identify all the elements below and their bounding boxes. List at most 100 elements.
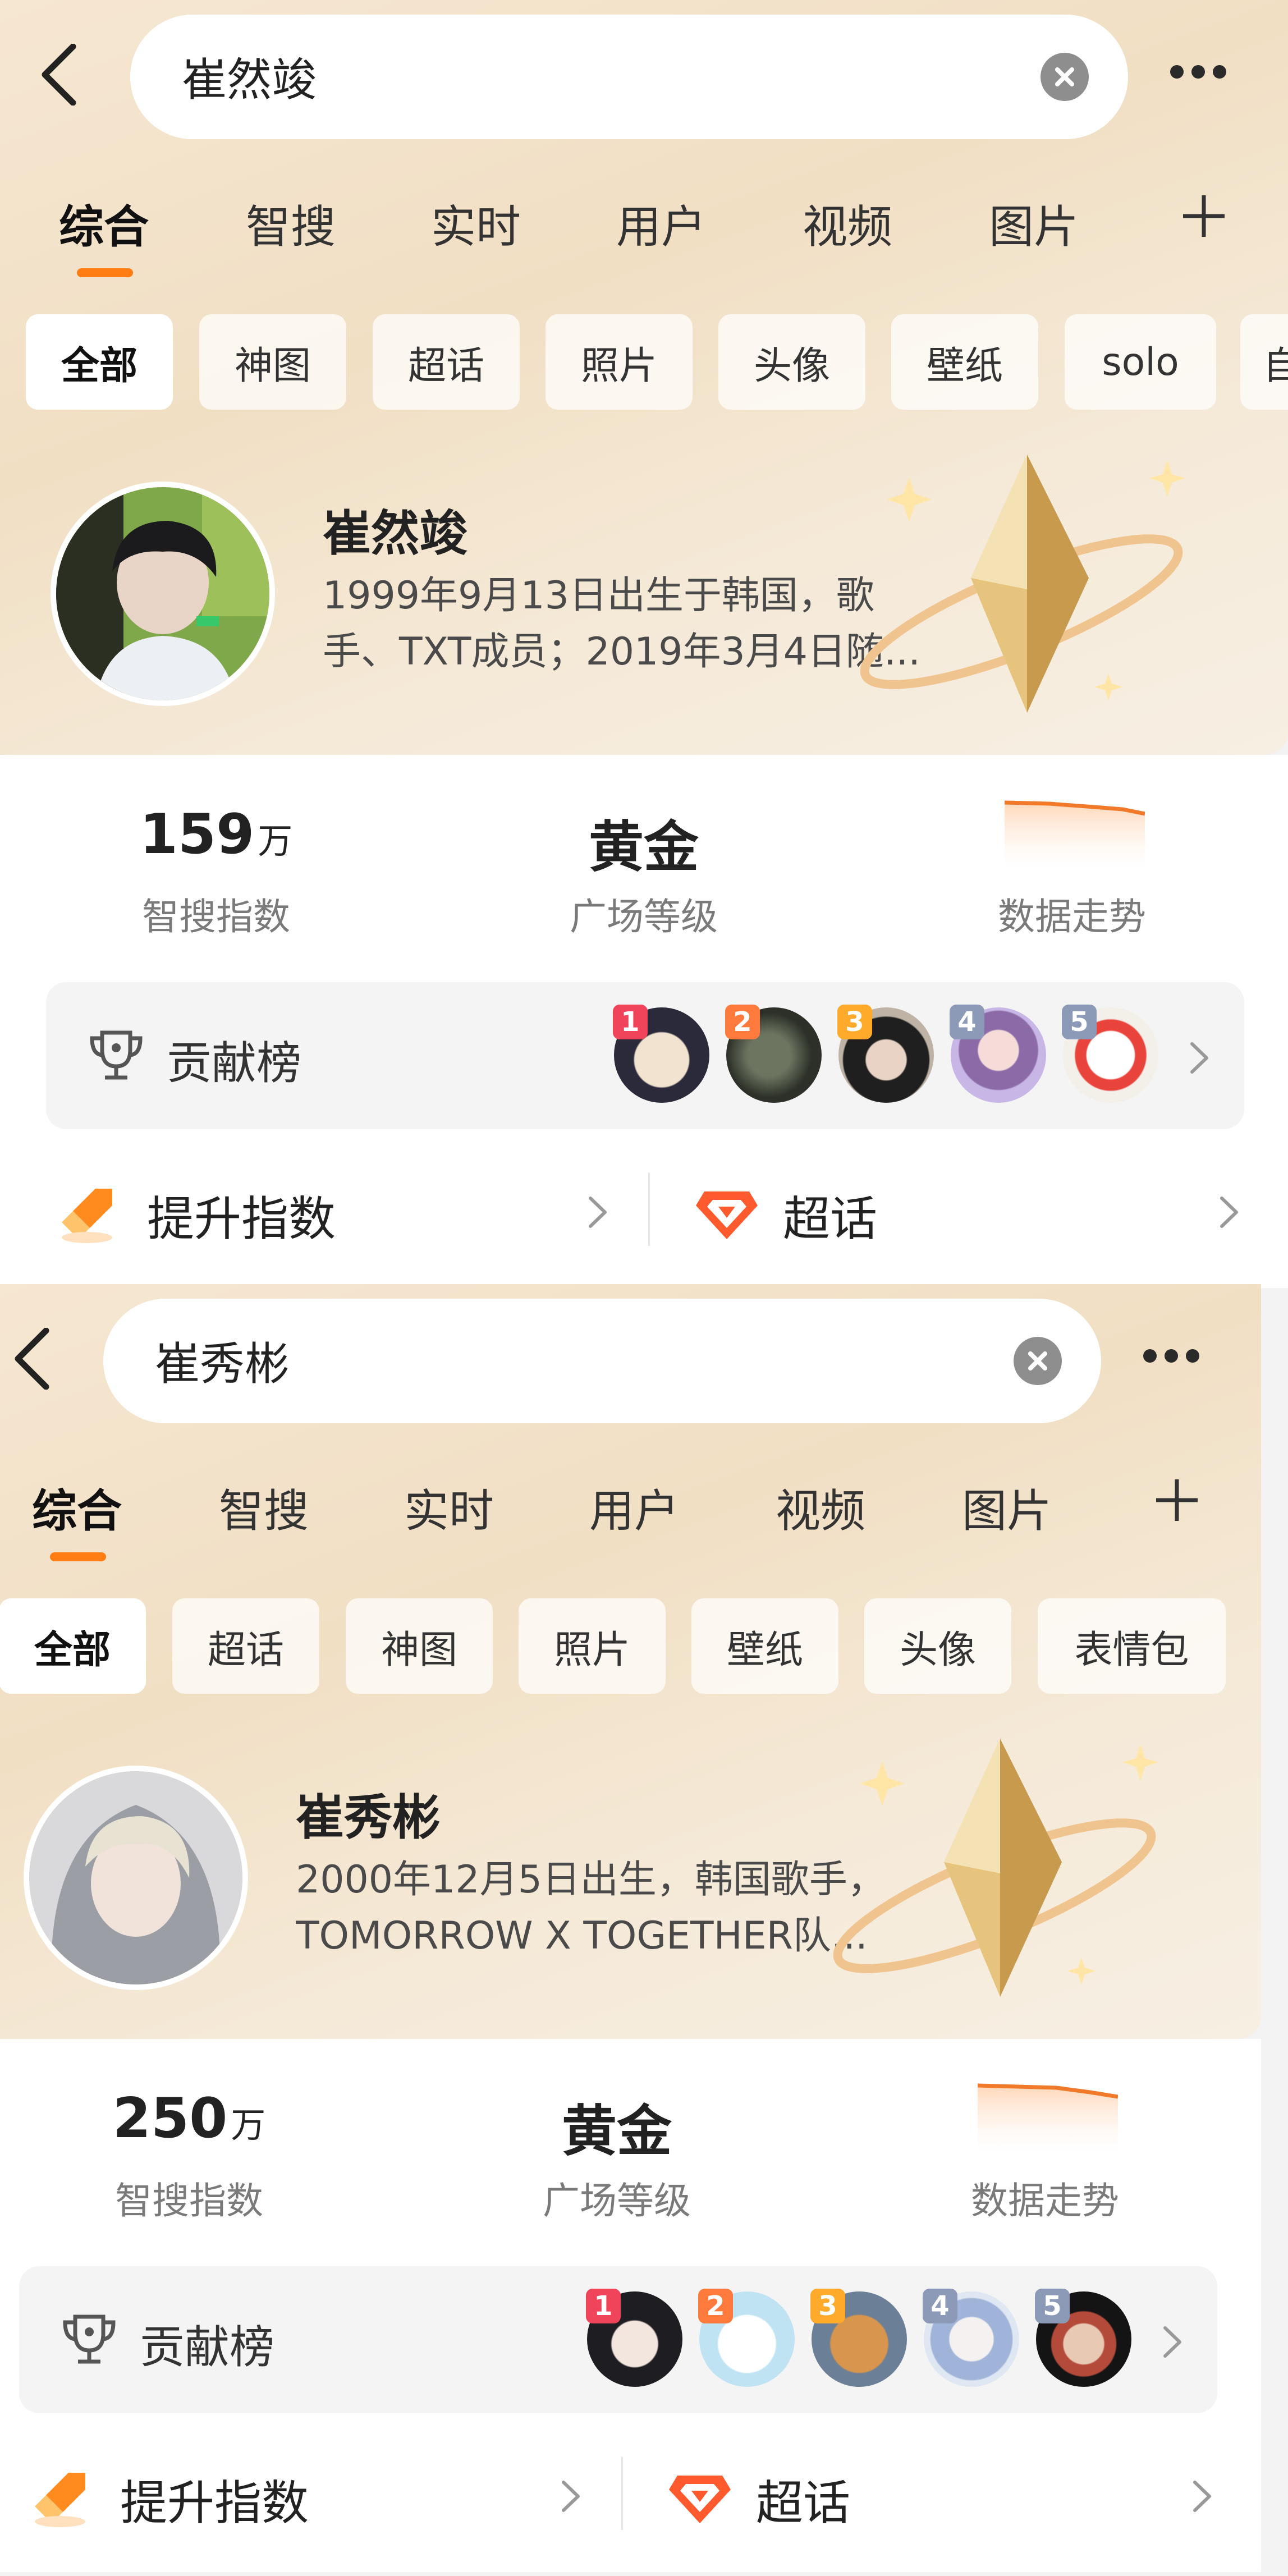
search-input[interactable]: 崔秀彬 (103, 1299, 1101, 1423)
more-icon[interactable] (1170, 65, 1243, 88)
chevron-right-icon (557, 2477, 585, 2516)
rank-badge: 5 (1035, 2289, 1070, 2323)
search-query: 崔然竣 (182, 54, 317, 106)
rocket-icon (29, 2468, 91, 2530)
tab-users[interactable]: 用户 (589, 1475, 679, 1540)
stat-index: 159万 智搜指数 (76, 803, 356, 941)
chip-filter[interactable]: 自 (1240, 314, 1288, 410)
tab-users[interactable]: 用户 (616, 191, 706, 256)
index-value: 159万 (139, 803, 293, 867)
stat-trend[interactable]: 数据走势 (932, 803, 1212, 941)
diamond-icon (693, 1183, 760, 1245)
rank-badge: 4 (950, 1005, 984, 1039)
tab-comprehensive[interactable]: 综合 (32, 1475, 122, 1540)
super-topic-label: 超话 (756, 2476, 851, 2531)
chevron-right-icon (584, 1193, 612, 1232)
trophy-icon (58, 2308, 120, 2370)
contribution-label: 贡献榜 (140, 2321, 274, 2373)
super-topic-label: 超话 (783, 1191, 878, 1246)
contribution-label: 贡献榜 (167, 1037, 301, 1089)
profile-bio: 1999年9月13日出生于韩国，歌 手、TXT成员；2019年3月4日随... (323, 568, 918, 680)
tab-comprehensive[interactable]: 综合 (59, 191, 149, 256)
contribution-board[interactable]: 贡献榜 1 2 3 4 5 (19, 2266, 1217, 2413)
back-arrow-icon[interactable] (39, 43, 79, 106)
rank-badge: 2 (698, 2289, 733, 2323)
chevron-right-icon[interactable] (1185, 1038, 1213, 1078)
profile-name: 崔秀彬 (296, 1790, 441, 1846)
divider (621, 2457, 623, 2530)
tab-realtime[interactable]: 实时 (404, 1475, 494, 1540)
index-value: 250万 (112, 2087, 266, 2151)
tab-images[interactable]: 图片 (989, 191, 1079, 256)
avatar[interactable] (24, 1766, 248, 1990)
diamond-icon (666, 2467, 734, 2529)
tab-video[interactable]: 视频 (776, 1475, 865, 1540)
rank-badge: 5 (1062, 1005, 1097, 1039)
super-topic-button[interactable]: 超话 (651, 1145, 1288, 1274)
rank-badge: 1 (586, 2289, 621, 2323)
tab-video[interactable]: 视频 (803, 191, 892, 256)
rank-badge: 4 (923, 2289, 957, 2323)
back-arrow-icon[interactable] (12, 1327, 52, 1390)
plus-icon[interactable] (1152, 1475, 1202, 1525)
bio-line: 手、TXT成员；2019年3月4日随... (323, 630, 918, 674)
clear-icon[interactable] (1041, 53, 1089, 101)
stat-level: 黄金 广场等级 (476, 2087, 757, 2225)
chip-filter[interactable]: 头像 (864, 1598, 1011, 1694)
chevron-right-icon[interactable] (1158, 2322, 1186, 2362)
chip-filter[interactable]: 照片 (546, 314, 693, 410)
stat-index: 250万 智搜指数 (49, 2087, 329, 2225)
level-label: 广场等级 (543, 2179, 691, 2222)
tab-images[interactable]: 图片 (962, 1475, 1052, 1540)
avatar[interactable] (51, 482, 275, 706)
boost-index-label: 提升指数 (147, 1191, 336, 1246)
chip-filter[interactable]: solo (1065, 314, 1216, 410)
stat-level: 黄金 广场等级 (503, 803, 784, 941)
crystal-badge-icon (815, 1727, 1174, 2019)
chip-filter[interactable]: 壁纸 (691, 1598, 838, 1694)
chip-filter[interactable]: 神图 (346, 1598, 493, 1694)
chip-filter[interactable]: 照片 (519, 1598, 666, 1694)
tab-smart-search[interactable]: 智搜 (219, 1475, 309, 1540)
chip-all[interactable]: 全部 (0, 1598, 146, 1694)
plus-icon[interactable] (1179, 191, 1229, 241)
tab-smart-search[interactable]: 智搜 (246, 191, 336, 256)
search-input[interactable]: 崔然竣 (130, 15, 1128, 139)
chip-all[interactable]: 全部 (26, 314, 173, 410)
bio-line: 2000年12月5日出生，韩国歌手， (296, 1858, 886, 1902)
screen-2: 崔秀彬 综合 智搜 实时 用户 视频 图片 全部 超话 神图 照片 壁纸 头像 … (0, 1284, 1261, 2572)
divider (648, 1173, 650, 1246)
level-label: 广场等级 (570, 895, 718, 938)
boost-index-button[interactable]: 提升指数 (0, 2429, 618, 2558)
active-tab-indicator (77, 268, 133, 277)
chip-filter[interactable]: 表情包 (1038, 1598, 1226, 1694)
level-value: 黄金 (561, 2100, 672, 2164)
chip-filter[interactable]: 神图 (199, 314, 346, 410)
tab-realtime[interactable]: 实时 (431, 191, 521, 256)
chip-filter[interactable]: 超话 (172, 1598, 319, 1694)
more-icon[interactable] (1143, 1349, 1216, 1372)
index-label: 智搜指数 (115, 2179, 263, 2222)
crystal-badge-icon (842, 443, 1201, 735)
trophy-icon (85, 1024, 147, 1086)
contribution-board[interactable]: 贡献榜 1 2 3 4 5 (46, 982, 1244, 1129)
stat-trend[interactable]: 数据走势 (905, 2087, 1185, 2225)
rank-badge: 1 (613, 1005, 648, 1039)
bio-line: 1999年9月13日出生于韩国，歌 (323, 574, 874, 618)
super-topic-button[interactable]: 超话 (624, 2429, 1261, 2558)
active-tab-indicator (50, 1552, 106, 1561)
chip-filter[interactable]: 壁纸 (891, 314, 1038, 410)
chip-filter[interactable]: 头像 (718, 314, 865, 410)
profile-name: 崔然竣 (323, 506, 467, 562)
chip-filter[interactable]: 超话 (373, 314, 520, 410)
rank-badge: 2 (725, 1005, 760, 1039)
boost-index-button[interactable]: 提升指数 (0, 1145, 645, 1274)
level-value: 黄金 (588, 815, 699, 879)
profile-bio: 2000年12月5日出生，韩国歌手， TOMORROW X TOGETHER队.… (296, 1852, 891, 1964)
rank-badge: 3 (810, 2289, 845, 2323)
rocket-icon (56, 1184, 118, 1246)
screen-1: 崔然竣 综合 智搜 实时 用户 视频 图片 全部 神图 超话 照片 头像 壁纸 … (0, 0, 1288, 1288)
trend-label: 数据走势 (971, 2179, 1119, 2222)
boost-index-label: 提升指数 (120, 2476, 309, 2531)
clear-icon[interactable] (1014, 1337, 1062, 1385)
